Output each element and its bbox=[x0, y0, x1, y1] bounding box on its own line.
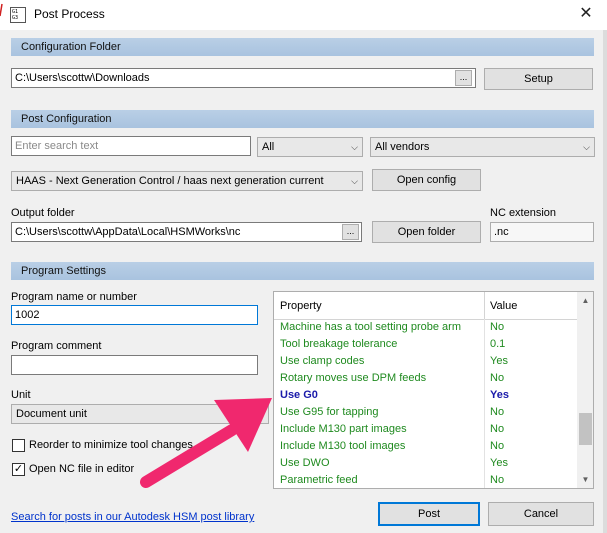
window-border bbox=[603, 30, 607, 533]
column-divider bbox=[484, 438, 485, 455]
open-nc-label: Open NC file in editor bbox=[29, 463, 135, 475]
unit-value: Document unit bbox=[16, 408, 87, 420]
property-row[interactable]: Use clamp codes Yes bbox=[274, 353, 577, 370]
section-header-configuration-folder: Configuration Folder bbox=[11, 38, 594, 56]
column-divider bbox=[484, 387, 485, 404]
open-folder-button[interactable]: Open folder bbox=[372, 221, 481, 243]
checkmark-icon: ✓ bbox=[13, 463, 24, 475]
open-config-button[interactable]: Open config bbox=[372, 169, 481, 191]
property-row-use-g0[interactable]: Use G0 Yes bbox=[274, 387, 577, 404]
column-divider bbox=[484, 472, 485, 488]
output-folder-browse-button[interactable]: ... bbox=[342, 224, 359, 240]
property-row[interactable]: Include M130 part images No bbox=[274, 421, 577, 438]
scrollbar-thumb[interactable] bbox=[579, 413, 592, 445]
section-header-program-settings: Program Settings bbox=[11, 262, 594, 280]
title-bar[interactable]: G1 G3 Post Process ✕ bbox=[0, 0, 607, 30]
property-name: Parametric feed bbox=[280, 474, 358, 486]
chevron-down-icon: ⌵ bbox=[583, 142, 590, 152]
property-value: 0.1 bbox=[490, 338, 506, 350]
chevron-down-icon: ⌵ bbox=[351, 176, 358, 186]
vertical-scrollbar[interactable]: ▲ ▼ bbox=[577, 292, 593, 488]
post-library-link[interactable]: Search for posts in our Autodesk HSM pos… bbox=[11, 511, 254, 523]
program-name-label: Program name or number bbox=[11, 291, 137, 303]
post-button[interactable]: Post bbox=[378, 502, 480, 526]
search-input[interactable]: Enter search text bbox=[11, 136, 251, 156]
property-name: Use G0 bbox=[280, 389, 318, 401]
nc-extension-field[interactable]: .nc bbox=[490, 222, 594, 242]
property-value: No bbox=[490, 321, 505, 333]
column-divider bbox=[484, 404, 485, 421]
property-row[interactable]: Include M130 tool images No bbox=[274, 438, 577, 455]
scroll-up-icon[interactable]: ▲ bbox=[577, 292, 593, 309]
filter-dropdown[interactable]: All ⌵ bbox=[257, 137, 363, 157]
column-divider bbox=[484, 455, 485, 472]
setup-button[interactable]: Setup bbox=[484, 68, 593, 90]
nc-extension-label: NC extension bbox=[490, 207, 557, 219]
cancel-button[interactable]: Cancel bbox=[488, 502, 594, 526]
property-value: No bbox=[490, 423, 505, 435]
property-value: No bbox=[490, 440, 505, 452]
app-icon: G1 G3 bbox=[10, 7, 26, 23]
config-folder-field[interactable]: C:\Users\scottw\Downloads bbox=[11, 68, 476, 88]
search-placeholder: Enter search text bbox=[15, 140, 99, 152]
property-row[interactable]: Parametric feed No bbox=[274, 472, 577, 488]
unit-label: Unit bbox=[11, 389, 31, 401]
output-folder-label: Output folder bbox=[11, 207, 75, 219]
property-name: Use G95 for tapping bbox=[280, 406, 379, 418]
post-dropdown[interactable]: HAAS - Next Generation Control / haas ne… bbox=[11, 171, 363, 191]
property-row[interactable]: Rotary moves use DPM feeds No bbox=[274, 370, 577, 387]
reorder-checkbox[interactable] bbox=[12, 439, 25, 452]
post-value: HAAS - Next Generation Control / haas ne… bbox=[16, 175, 324, 187]
property-name: Tool breakage tolerance bbox=[280, 338, 398, 350]
property-grid[interactable]: Property Value Machine has a tool settin… bbox=[273, 291, 594, 489]
window-title: Post Process bbox=[34, 7, 105, 21]
scroll-down-icon[interactable]: ▼ bbox=[577, 471, 593, 488]
property-row[interactable]: Machine has a tool setting probe arm No bbox=[274, 319, 577, 336]
column-divider bbox=[484, 292, 485, 320]
filter-value: All bbox=[262, 141, 275, 153]
section-header-post-configuration: Post Configuration bbox=[11, 110, 594, 128]
column-divider bbox=[484, 421, 485, 438]
column-header-value: Value bbox=[490, 300, 518, 312]
property-name: Machine has a tool setting probe arm bbox=[280, 321, 461, 333]
output-folder-field[interactable]: C:\Users\scottw\AppData\Local\HSMWorks\n… bbox=[11, 222, 362, 242]
vendor-value: All vendors bbox=[375, 141, 430, 153]
property-name: Use clamp codes bbox=[280, 355, 365, 367]
property-row[interactable]: Tool breakage tolerance 0.1 bbox=[274, 336, 577, 353]
property-value: Yes bbox=[490, 389, 509, 401]
property-value: Yes bbox=[490, 355, 508, 367]
property-name: Include M130 tool images bbox=[280, 440, 406, 452]
property-name: Use DWO bbox=[280, 457, 330, 469]
property-row[interactable]: Use DWO Yes bbox=[274, 455, 577, 472]
column-divider bbox=[484, 319, 485, 336]
property-name: Rotary moves use DPM feeds bbox=[280, 372, 427, 384]
config-folder-browse-button[interactable]: ... bbox=[455, 70, 472, 86]
program-name-input[interactable]: 1002 bbox=[11, 305, 258, 325]
property-value: No bbox=[490, 406, 505, 418]
close-icon[interactable]: ✕ bbox=[565, 0, 607, 30]
property-row[interactable]: Use G95 for tapping No bbox=[274, 404, 577, 421]
open-nc-checkbox[interactable]: ✓ bbox=[12, 463, 25, 476]
property-grid-header: Property Value bbox=[274, 292, 577, 320]
column-divider bbox=[484, 353, 485, 370]
property-value: No bbox=[490, 372, 505, 384]
unit-dropdown[interactable]: Document unit bbox=[11, 404, 269, 424]
property-name: Include M130 part images bbox=[280, 423, 407, 435]
vendor-dropdown[interactable]: All vendors ⌵ bbox=[370, 137, 595, 157]
window-edge bbox=[0, 0, 3, 30]
column-divider bbox=[484, 370, 485, 387]
chevron-down-icon: ⌵ bbox=[351, 142, 358, 152]
property-value: Yes bbox=[490, 457, 508, 469]
property-value: No bbox=[490, 474, 505, 486]
column-divider bbox=[484, 336, 485, 353]
program-comment-label: Program comment bbox=[11, 340, 102, 352]
reorder-label: Reorder to minimize tool changes bbox=[29, 439, 193, 451]
column-header-property: Property bbox=[280, 300, 322, 312]
program-comment-input[interactable] bbox=[11, 355, 258, 375]
